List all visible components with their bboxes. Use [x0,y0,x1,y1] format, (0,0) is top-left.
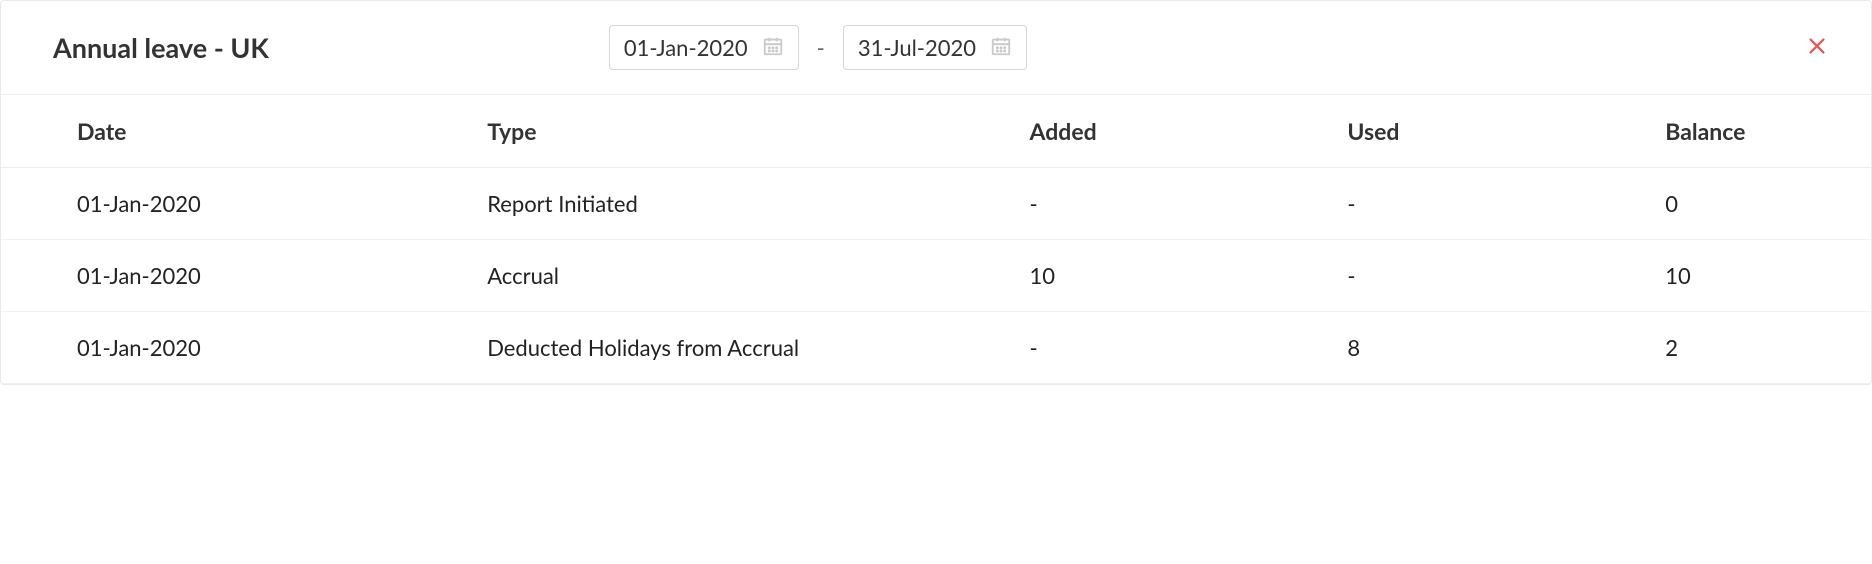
date-from-value: 01-Jan-2020 [624,34,748,61]
cell-balance: 0 [1665,168,1871,240]
cell-type: Accrual [487,240,1029,312]
calendar-icon [990,35,1012,61]
leave-report-table: Date Type Added Used Balance 01-Jan-2020… [1,94,1871,384]
cell-date: 01-Jan-2020 [1,240,487,312]
cell-added: - [1029,168,1347,240]
table-body: 01-Jan-2020 Report Initiated - - 0 01-Ja… [1,168,1871,384]
leave-report-panel: Annual leave - UK 01-Jan-2020 [0,0,1872,385]
column-header-added: Added [1029,95,1347,168]
calendar-icon [762,35,784,61]
cell-used: 8 [1347,312,1665,384]
table-row: 01-Jan-2020 Accrual 10 - 10 [1,240,1871,312]
cell-balance: 2 [1665,312,1871,384]
column-header-balance: Balance [1665,95,1871,168]
table-row: 01-Jan-2020 Deducted Holidays from Accru… [1,312,1871,384]
cell-used: - [1347,168,1665,240]
column-header-used: Used [1347,95,1665,168]
date-range-separator: - [817,34,825,61]
column-header-date: Date [1,95,487,168]
cell-type: Deducted Holidays from Accrual [487,312,1029,384]
panel-title: Annual leave - UK [53,31,269,64]
column-header-type: Type [487,95,1029,168]
date-range-picker: 01-Jan-2020 - [609,25,1027,70]
cell-added: 10 [1029,240,1347,312]
date-to-input[interactable]: 31-Jul-2020 [843,25,1027,70]
close-icon [1806,35,1828,60]
date-to-value: 31-Jul-2020 [858,34,976,61]
close-button[interactable] [1803,34,1831,62]
date-from-input[interactable]: 01-Jan-2020 [609,25,799,70]
cell-date: 01-Jan-2020 [1,168,487,240]
cell-added: - [1029,312,1347,384]
cell-type: Report Initiated [487,168,1029,240]
table-header-row: Date Type Added Used Balance [1,95,1871,168]
table-row: 01-Jan-2020 Report Initiated - - 0 [1,168,1871,240]
cell-used: - [1347,240,1665,312]
cell-date: 01-Jan-2020 [1,312,487,384]
cell-balance: 10 [1665,240,1871,312]
panel-header: Annual leave - UK 01-Jan-2020 [1,1,1871,94]
